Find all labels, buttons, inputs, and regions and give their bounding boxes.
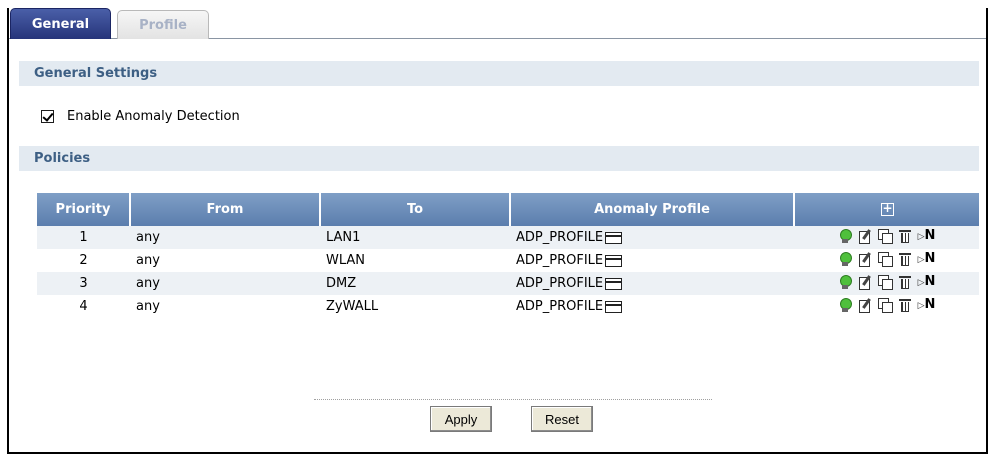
column-actions: [794, 193, 979, 226]
from-cell: any: [130, 226, 320, 249]
move-icon[interactable]: ▷N: [918, 228, 936, 243]
table-row: 3 any DMZ ADP_PROFILE ▷N: [37, 272, 979, 295]
add-icon[interactable]: [880, 201, 894, 216]
table-header-row: Priority From To Anomaly Profile: [37, 193, 979, 226]
column-from: From: [130, 193, 321, 226]
tab-general[interactable]: General: [10, 8, 111, 39]
object-reference-icon[interactable]: [605, 278, 623, 290]
move-icon[interactable]: ▷N: [918, 297, 936, 312]
status-bulb-icon[interactable]: [838, 251, 852, 266]
clone-icon[interactable]: [877, 274, 893, 290]
to-cell: ZyWALL: [320, 295, 510, 318]
profile-cell: ADP_PROFILE: [510, 226, 794, 249]
profile-name: ADP_PROFILE: [516, 253, 604, 268]
priority-cell: 3: [37, 272, 130, 295]
actions-cell: ▷N: [794, 249, 979, 272]
edit-icon[interactable]: [858, 298, 872, 313]
config-panel: General Profile General Settings Enable …: [7, 8, 988, 454]
priority-cell: 2: [37, 249, 130, 272]
column-priority: Priority: [37, 193, 131, 226]
from-cell: any: [130, 272, 320, 295]
button-divider: [314, 399, 712, 400]
edit-icon[interactable]: [858, 252, 872, 267]
to-cell: LAN1: [320, 226, 510, 249]
priority-cell: 4: [37, 295, 130, 318]
delete-icon[interactable]: [898, 298, 912, 312]
profile-name: ADP_PROFILE: [516, 230, 604, 245]
tab-profile[interactable]: Profile: [117, 10, 209, 39]
actions-cell: ▷N: [794, 295, 979, 318]
enable-anomaly-detection-row[interactable]: Enable Anomaly Detection: [41, 107, 240, 125]
to-cell: DMZ: [320, 272, 510, 295]
clone-icon[interactable]: [877, 251, 893, 267]
column-to: To: [320, 193, 511, 226]
profile-name: ADP_PROFILE: [516, 276, 604, 291]
apply-button[interactable]: Apply: [430, 406, 492, 432]
move-icon[interactable]: ▷N: [918, 251, 936, 266]
clone-icon[interactable]: [877, 228, 893, 244]
profile-name: ADP_PROFILE: [516, 299, 604, 314]
profile-cell: ADP_PROFILE: [510, 295, 794, 318]
status-bulb-icon[interactable]: [838, 274, 852, 289]
priority-cell: 1: [37, 226, 130, 249]
object-reference-icon[interactable]: [605, 301, 623, 313]
delete-icon[interactable]: [898, 229, 912, 243]
edit-icon[interactable]: [858, 229, 872, 244]
to-cell: WLAN: [320, 249, 510, 272]
actions-cell: ▷N: [794, 272, 979, 295]
profile-cell: ADP_PROFILE: [510, 249, 794, 272]
tab-bar: General Profile: [9, 8, 986, 39]
status-bulb-icon[interactable]: [838, 228, 852, 243]
column-anomaly-profile: Anomaly Profile: [510, 193, 795, 226]
enable-anomaly-detection-label: Enable Anomaly Detection: [67, 108, 240, 124]
policies-header: Policies: [19, 146, 979, 171]
move-icon[interactable]: ▷N: [918, 274, 936, 289]
delete-icon[interactable]: [898, 275, 912, 289]
object-reference-icon[interactable]: [605, 255, 623, 267]
from-cell: any: [130, 249, 320, 272]
status-bulb-icon[interactable]: [838, 297, 852, 312]
actions-cell: ▷N: [794, 226, 979, 249]
clone-icon[interactable]: [877, 297, 893, 313]
policies-table: Priority From To Anomaly Profile 1 any L…: [37, 193, 979, 318]
object-reference-icon[interactable]: [605, 232, 623, 244]
table-row: 1 any LAN1 ADP_PROFILE ▷N: [37, 226, 979, 249]
enable-anomaly-detection-checkbox[interactable]: [41, 109, 54, 123]
delete-icon[interactable]: [898, 252, 912, 266]
table-row: 2 any WLAN ADP_PROFILE ▷N: [37, 249, 979, 272]
reset-button[interactable]: Reset: [531, 406, 593, 432]
table-row: 4 any ZyWALL ADP_PROFILE ▷N: [37, 295, 979, 318]
edit-icon[interactable]: [858, 275, 872, 290]
profile-cell: ADP_PROFILE: [510, 272, 794, 295]
from-cell: any: [130, 295, 320, 318]
general-settings-header: General Settings: [19, 61, 979, 86]
